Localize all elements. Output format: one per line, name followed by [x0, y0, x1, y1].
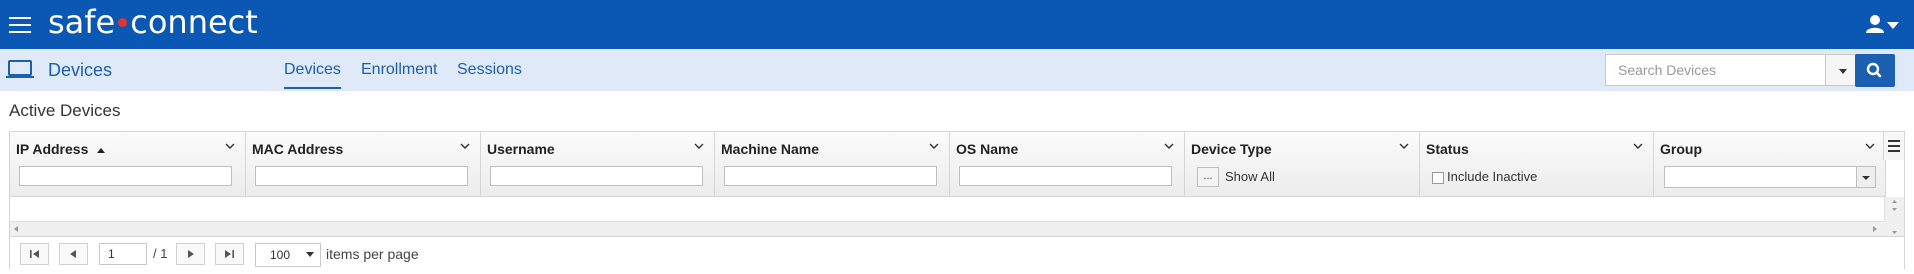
last-page-icon [225, 250, 234, 258]
laptop-icon [6, 60, 34, 78]
first-page-button[interactable] [20, 243, 49, 265]
grid-header: IP Address MAC Address Username Machine … [10, 132, 1886, 197]
column-title[interactable]: Machine Name [721, 141, 819, 157]
items-per-page-label: items per page [326, 246, 419, 262]
sub-navigation-bar: Devices Devices Enrollment Sessions Sear… [0, 49, 1914, 91]
devices-grid: IP Address MAC Address Username Machine … [9, 131, 1905, 270]
column-menu-chevron-icon[interactable] [1865, 141, 1875, 151]
column-title[interactable]: Device Type [1191, 141, 1272, 157]
tab-sessions[interactable]: Sessions [457, 61, 522, 79]
column-title[interactable]: IP Address [16, 141, 106, 157]
column-menu-chevron-icon[interactable] [225, 141, 235, 151]
caret-down-icon [306, 252, 314, 257]
ip-address-filter-input[interactable] [19, 166, 232, 186]
page-size-value: 100 [270, 248, 291, 262]
column-username[interactable]: Username [481, 132, 715, 196]
page-size-select[interactable]: 100 [255, 243, 321, 267]
include-inactive-checkbox[interactable] [1432, 169, 1444, 187]
device-type-filter-button[interactable]: ... [1197, 167, 1219, 187]
os-name-filter-input[interactable] [959, 166, 1172, 186]
machine-name-filter-input[interactable] [724, 166, 937, 186]
column-menu-chevron-icon[interactable] [1399, 141, 1409, 151]
last-page-button[interactable] [215, 243, 244, 265]
column-status[interactable]: Status Include Inactive [1420, 132, 1654, 196]
column-title[interactable]: Group [1660, 141, 1702, 157]
username-filter-input[interactable] [490, 166, 703, 186]
previous-page-icon [70, 250, 76, 258]
search-button[interactable] [1855, 54, 1895, 87]
column-title[interactable]: MAC Address [252, 141, 343, 157]
column-menu-chevron-icon[interactable] [929, 141, 939, 151]
tab-devices[interactable]: Devices [284, 61, 341, 89]
sort-ascending-icon [97, 148, 106, 153]
next-page-button[interactable] [176, 243, 205, 265]
user-icon [1866, 15, 1899, 33]
scroll-arrows-icon [14, 226, 1877, 232]
column-group[interactable]: Group [1654, 132, 1886, 196]
next-page-icon [188, 250, 194, 258]
tab-enrollment[interactable]: Enrollment [361, 61, 437, 79]
scroll-arrows-icon [1892, 200, 1897, 234]
column-title[interactable]: OS Name [956, 141, 1018, 157]
column-title[interactable]: Username [487, 141, 555, 157]
column-machine-name[interactable]: Machine Name [715, 132, 950, 196]
search-input[interactable]: Search Devices [1605, 54, 1825, 86]
logo: safe connect [48, 3, 258, 41]
include-inactive-label: Include Inactive [1447, 169, 1538, 184]
column-title[interactable]: Status [1426, 141, 1469, 157]
search-icon [1866, 62, 1882, 78]
section-title: Active Devices [9, 101, 121, 120]
column-menu-chevron-icon[interactable] [460, 141, 470, 151]
column-os-name[interactable]: OS Name [950, 132, 1185, 196]
vertical-scrollbar[interactable] [1884, 197, 1904, 237]
search-box: Search Devices [1605, 54, 1859, 86]
column-menu-chevron-icon[interactable] [1164, 141, 1174, 151]
device-type-filter-label: Show All [1225, 169, 1275, 184]
column-menu-chevron-icon[interactable] [694, 141, 704, 151]
mac-address-filter-input[interactable] [255, 166, 468, 186]
hamburger-menu-icon[interactable] [9, 17, 31, 33]
horizontal-scrollbar[interactable] [10, 221, 1886, 237]
caret-down-icon [1862, 176, 1870, 180]
pager: 1 / 1 100 items per page [10, 236, 1904, 270]
page-number-input[interactable]: 1 [99, 243, 147, 265]
column-mac-address[interactable]: MAC Address [246, 132, 481, 196]
search-dropdown-button[interactable] [1825, 54, 1859, 86]
column-ip-address[interactable]: IP Address [10, 132, 246, 196]
chevron-down-icon [1887, 22, 1899, 29]
grid-body [10, 197, 1886, 221]
column-device-type[interactable]: Device Type ... Show All [1185, 132, 1420, 196]
previous-page-button[interactable] [59, 243, 88, 265]
page-total: / 1 [153, 246, 168, 261]
page-title: Devices [48, 60, 113, 80]
group-filter-select[interactable] [1664, 166, 1876, 188]
column-menu-chevron-icon[interactable] [1633, 141, 1643, 151]
first-page-icon [30, 250, 39, 258]
top-bar: safe connect [0, 0, 1914, 49]
grid-options-menu-button[interactable] [1883, 132, 1904, 160]
user-menu-button[interactable] [1866, 14, 1900, 34]
menu-lines-icon [1888, 140, 1900, 152]
